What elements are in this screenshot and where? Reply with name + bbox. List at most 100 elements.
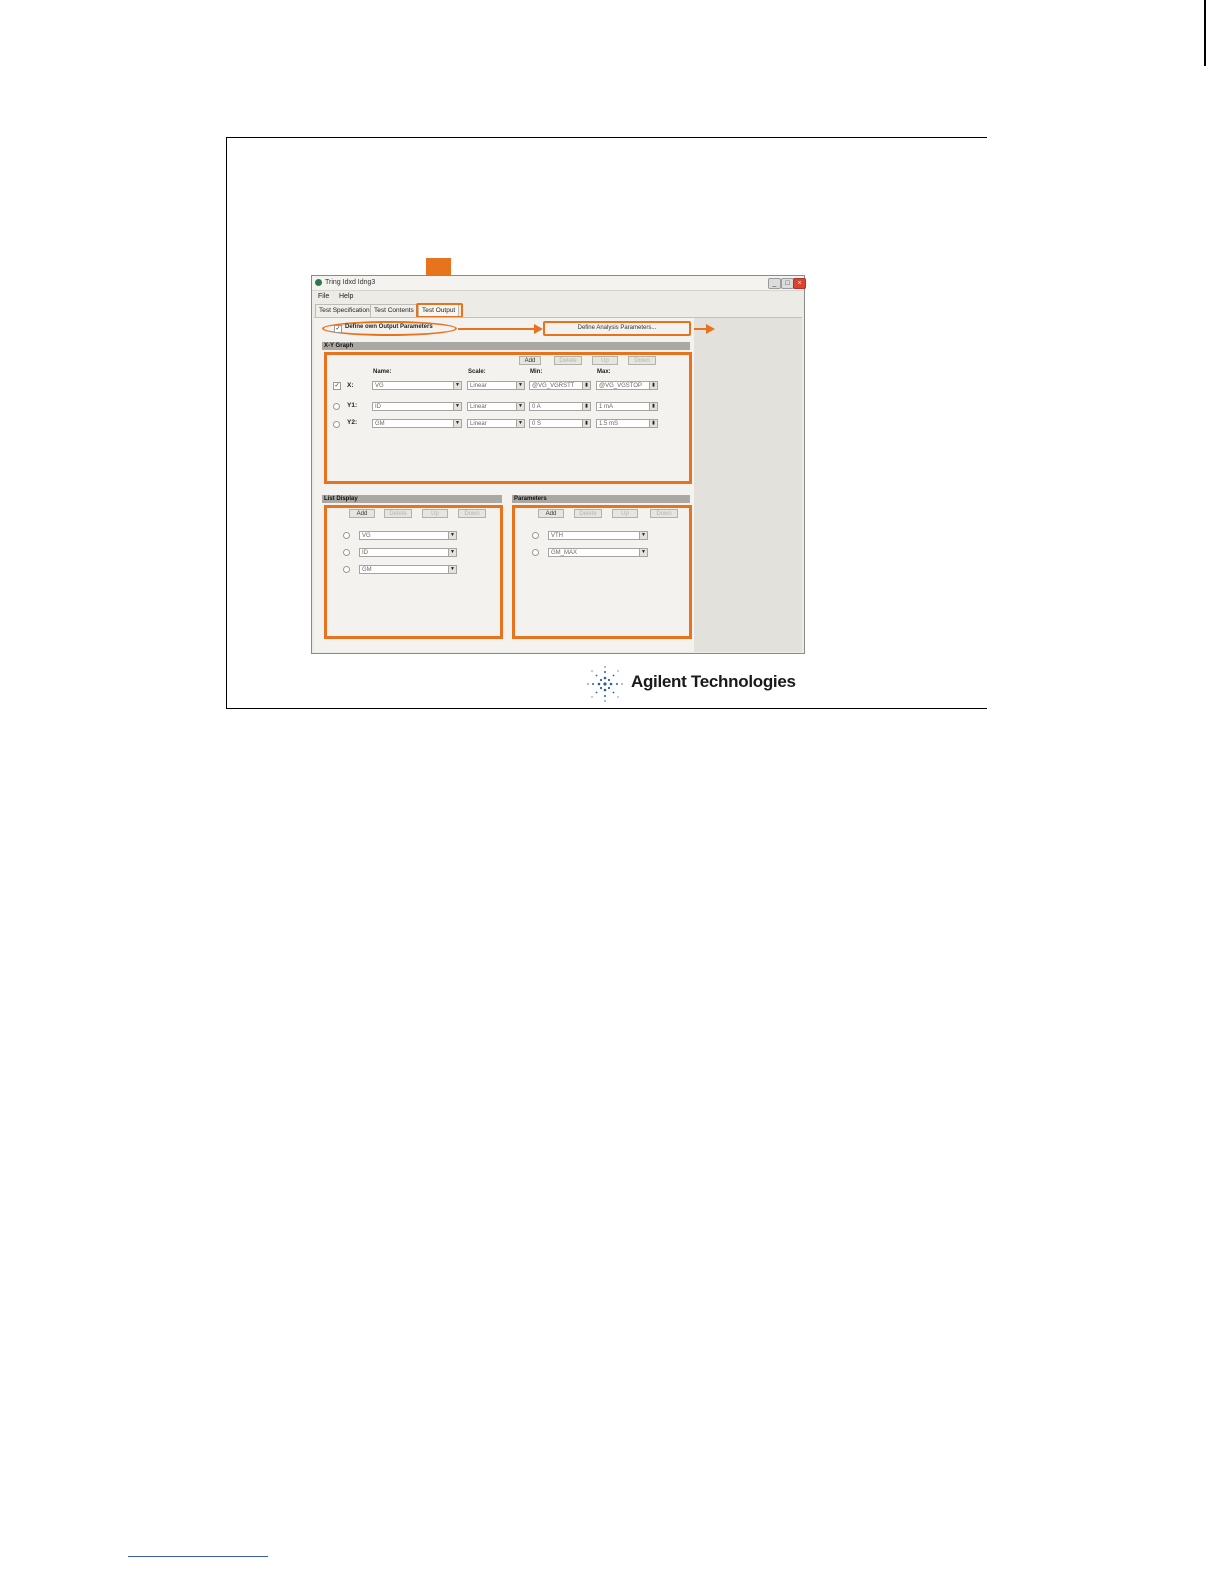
x-scale-value: Linear [470, 383, 487, 389]
param-item-select[interactable]: VTH ▼ [548, 531, 648, 540]
list-item-value: GM [362, 567, 372, 573]
param-item-select[interactable]: GM_MAX ▼ [548, 548, 648, 557]
app-icon [315, 279, 322, 286]
param-item-value: VTH [551, 533, 563, 539]
list-item-value: ID [362, 550, 368, 556]
x-scale-select[interactable]: Linear ▼ [467, 381, 525, 390]
list-delete-button[interactable]: Delete [384, 509, 412, 518]
x-row-checkbox[interactable]: ✓ [333, 382, 341, 390]
param-add-button[interactable]: Add [538, 509, 564, 518]
menu-bar: File Help [312, 291, 804, 303]
y2-name-value: GM [375, 421, 385, 427]
header-min: Min: [530, 369, 543, 375]
app-window: Tring Idxd Idng3 _ □ × File Help Test Sp… [311, 275, 806, 654]
x-min-value: @VG_VGRSTT [532, 383, 575, 389]
title-bar: Tring Idxd Idng3 _ □ × [312, 276, 806, 291]
spinner-icon: ▮ [582, 420, 590, 427]
own-output-checkbox[interactable]: ✓ [334, 325, 342, 333]
y1-max-value: 1 mA [599, 404, 614, 410]
y2-max-field[interactable]: 1.5 mS ▮ [596, 419, 658, 428]
connector-arrow-2 [706, 324, 715, 334]
xy-up-button[interactable]: Up [592, 356, 618, 365]
x-max-value: @VG_VGSTOP [599, 383, 642, 389]
param-item-radio[interactable] [532, 549, 539, 556]
chevron-down-icon: ▼ [639, 549, 647, 556]
spinner-icon: ▮ [582, 382, 590, 389]
footnote-rule [128, 1556, 268, 1557]
list-item-radio[interactable] [343, 566, 350, 573]
chevron-down-icon: ▼ [448, 532, 456, 539]
tab-content: ✓ Define own Output Parameters Define An… [314, 317, 802, 652]
menu-help[interactable]: Help [339, 293, 353, 300]
y2-name-select[interactable]: GM ▼ [372, 419, 462, 428]
chevron-down-icon: ▼ [453, 403, 461, 410]
y1-name-select[interactable]: ID ▼ [372, 402, 462, 411]
x-name-value: VG [375, 383, 384, 389]
chevron-down-icon: ▼ [448, 549, 456, 556]
y2-scale-select[interactable]: Linear ▼ [467, 419, 525, 428]
param-down-button[interactable]: Down [650, 509, 678, 518]
x-row-label: X: [347, 382, 354, 389]
xy-down-button[interactable]: Down [628, 356, 656, 365]
y2-max-value: 1.5 mS [599, 421, 619, 427]
chevron-down-icon: ▼ [516, 382, 524, 389]
side-panel [694, 318, 802, 652]
page-edge-rule [1204, 0, 1206, 66]
x-name-select[interactable]: VG ▼ [372, 381, 462, 390]
list-item-radio[interactable] [343, 549, 350, 556]
tab-highlight [416, 303, 463, 318]
y1-min-value: 0 A [532, 404, 541, 410]
xy-add-button[interactable]: Add [519, 356, 541, 365]
parameters-highlight [512, 505, 692, 639]
list-add-button[interactable]: Add [349, 509, 375, 518]
minimize-button[interactable]: _ [768, 278, 781, 289]
x-min-field[interactable]: @VG_VGRSTT ▮ [529, 381, 591, 390]
header-name: Name: [373, 369, 392, 375]
param-up-button[interactable]: Up [612, 509, 638, 518]
y1-scale-value: Linear [470, 404, 487, 410]
list-down-button[interactable]: Down [458, 509, 486, 518]
define-analysis-parameters-button[interactable]: Define Analysis Parameters... [547, 324, 687, 333]
list-item-select[interactable]: VG ▼ [359, 531, 457, 540]
menu-file[interactable]: File [318, 293, 329, 300]
chevron-down-icon: ▼ [453, 382, 461, 389]
list-item-select[interactable]: ID ▼ [359, 548, 457, 557]
y1-max-field[interactable]: 1 mA ▮ [596, 402, 658, 411]
y2-min-value: 0 S [532, 421, 542, 427]
y2-row-radio[interactable] [333, 421, 340, 428]
spinner-icon: ▮ [582, 403, 590, 410]
spinner-icon: ▮ [649, 382, 657, 389]
y2-row-label: Y2: [347, 419, 358, 426]
xy-graph-title: X-Y Graph [322, 342, 690, 350]
list-item-select[interactable]: GM ▼ [359, 565, 457, 574]
brand-name: Agilent Technologies [631, 672, 796, 691]
y1-scale-select[interactable]: Linear ▼ [467, 402, 525, 411]
list-up-button[interactable]: Up [422, 509, 448, 518]
connector-line [458, 328, 536, 330]
y1-min-field[interactable]: 0 A ▮ [529, 402, 591, 411]
list-item-radio[interactable] [343, 532, 350, 539]
param-item-value: GM_MAX [551, 550, 578, 556]
list-item-value: VG [362, 533, 371, 539]
header-max: Max: [597, 369, 611, 375]
xy-delete-button[interactable]: Delete [554, 356, 582, 365]
agilent-spark-logo-icon [587, 666, 623, 702]
param-delete-button[interactable]: Delete [574, 509, 602, 518]
chevron-down-icon: ▼ [639, 532, 647, 539]
y2-min-field[interactable]: 0 S ▮ [529, 419, 591, 428]
chevron-down-icon: ▼ [453, 420, 461, 427]
chevron-down-icon: ▼ [516, 403, 524, 410]
y1-row-label: Y1: [347, 402, 358, 409]
y2-scale-value: Linear [470, 421, 487, 427]
y1-row-radio[interactable] [333, 403, 340, 410]
tab-test-contents[interactable]: Test Contents [370, 304, 418, 317]
tab-test-specification[interactable]: Test Specification [315, 304, 374, 317]
spinner-icon: ▮ [649, 420, 657, 427]
close-button[interactable]: × [793, 278, 806, 289]
x-max-field[interactable]: @VG_VGSTOP ▮ [596, 381, 658, 390]
param-item-radio[interactable] [532, 532, 539, 539]
own-output-label: Define own Output Parameters [345, 324, 433, 330]
header-scale: Scale: [468, 369, 486, 375]
spinner-icon: ▮ [649, 403, 657, 410]
connector-arrow [534, 324, 543, 334]
